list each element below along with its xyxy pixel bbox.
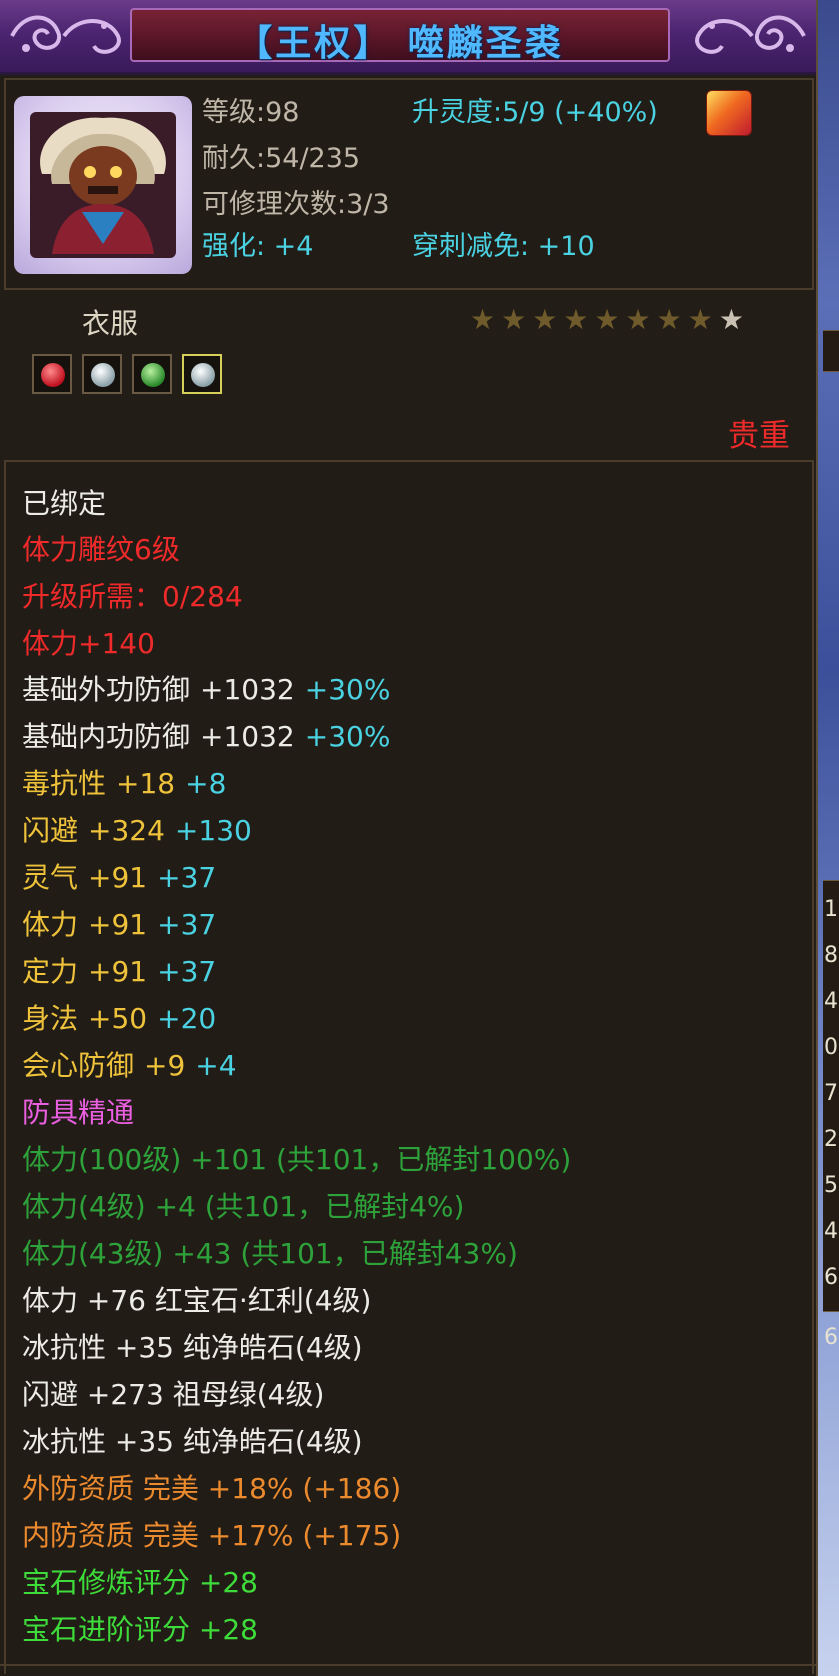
attr-bonus: +30% xyxy=(304,673,391,706)
attr-gem-line: 冰抗性 +35 纯净皓石(4级) xyxy=(22,1425,363,1458)
repair-count: 可修理次数:3/3 xyxy=(202,189,390,220)
item-portrait xyxy=(14,96,192,274)
background-digit: 8 xyxy=(824,943,838,968)
durability: 耐久:54/235 xyxy=(202,143,361,174)
background-digit: 6 xyxy=(824,1265,838,1290)
attr-upgrade-need: 升级所需：0/284 xyxy=(22,580,243,613)
attr-value: +9 xyxy=(144,1049,186,1082)
attr-dodge: 闪避 +324 +130 xyxy=(22,815,252,847)
attr-bonus: +4 xyxy=(195,1049,237,1082)
background-frame xyxy=(823,330,839,372)
background-digit: 5 xyxy=(824,1173,838,1198)
attr-value: +324 xyxy=(88,814,165,847)
background-digit: 4 xyxy=(824,989,838,1014)
gem-slot-diamond[interactable] xyxy=(82,354,122,394)
attr-value: +1032 xyxy=(200,720,295,753)
background-digit: 6 xyxy=(824,1325,838,1350)
attr-label: 闪避 xyxy=(22,814,79,847)
background-digit: 0 xyxy=(824,1035,838,1060)
enhance-level: 强化: +4 xyxy=(202,231,314,262)
attr-mastery-line: 体力(4级) +4 (共101，已解封4%) xyxy=(22,1190,465,1223)
spirit-degree: 升灵度:5/9 (+40%) xyxy=(412,97,658,128)
attr-gem-refine-score: 宝石修炼评分 +28 xyxy=(22,1566,258,1599)
attr-bonus: +8 xyxy=(185,767,227,800)
attr-label: 会心防御 xyxy=(22,1049,135,1082)
attr-label: 身法 xyxy=(22,1002,79,1035)
armor-icon xyxy=(30,112,176,258)
attr-int-defense: 基础内功防御 +1032 +30% xyxy=(22,721,390,753)
attr-mastery-line: 体力(100级) +101 (共101，已解封100%) xyxy=(22,1143,572,1176)
star-icon: ★ xyxy=(470,303,496,336)
attr-gem-line: 体力 +76 红宝石·红利(4级) xyxy=(22,1284,372,1317)
attr-poison-res: 毒抗性 +18 +8 xyxy=(22,768,226,800)
attr-bonus: +30% xyxy=(304,720,391,753)
attr-gem-line: 冰抗性 +35 纯净皓石(4级) xyxy=(22,1331,363,1364)
attr-value: +18 xyxy=(116,767,176,800)
attr-label: 灵气 xyxy=(22,861,79,894)
attr-bonus: +130 xyxy=(174,814,252,847)
attr-label: 基础内功防御 xyxy=(22,720,191,753)
attr-value: +91 xyxy=(88,955,148,988)
attr-engraving-bonus: 体力+140 xyxy=(22,627,155,660)
attr-value: +1032 xyxy=(200,673,295,706)
attr-int-quality: 内防资质 完美 +17% (+175) xyxy=(22,1519,402,1552)
attr-gem-line: 闪避 +273 祖母绿(4级) xyxy=(22,1378,325,1411)
attr-value: +50 xyxy=(88,1002,148,1035)
attr-agility: 身法 +50 +20 xyxy=(22,1003,216,1035)
gem-slot-diamond-selected[interactable] xyxy=(182,354,222,394)
attr-bonus: +37 xyxy=(157,955,217,988)
item-type: 衣服 xyxy=(82,307,139,340)
attr-engraving: 体力雕纹6级 xyxy=(22,533,180,566)
precious-tag: 贵重 xyxy=(728,418,790,454)
background-scene xyxy=(816,0,839,1676)
attr-value: +91 xyxy=(88,861,148,894)
background-digit: 7 xyxy=(824,1081,838,1106)
gem-slot-ruby[interactable] xyxy=(32,354,72,394)
star-icon: ★ xyxy=(687,303,713,336)
star-icon: ★ xyxy=(563,303,589,336)
background-digit: 4 xyxy=(824,1219,838,1244)
star-icon: ★ xyxy=(656,303,682,336)
gem-slots xyxy=(32,354,222,394)
star-icon: ★ xyxy=(718,303,744,336)
attr-ext-defense: 基础外功防御 +1032 +30% xyxy=(22,674,390,706)
attr-label: 体力 xyxy=(22,908,79,941)
ornament-right-icon xyxy=(695,15,806,54)
attr-focus: 定力 +91 +37 xyxy=(22,956,216,988)
item-tooltip-panel: 【王权】 噬麟圣裘 等级:98 升灵度:5/9 (+40%) 耐久:54/235… xyxy=(0,0,818,1676)
star-rating: ★ ★ ★ ★ ★ ★ ★ ★ ★ xyxy=(470,306,744,334)
attr-value: +91 xyxy=(88,908,148,941)
attr-mastery-line: 体力(43级) +43 (共101，已解封43%) xyxy=(22,1237,518,1270)
attr-bonus: +37 xyxy=(157,908,217,941)
attr-label: 基础外功防御 xyxy=(22,673,191,706)
attr-gem-advance-score: 宝石进阶评分 +28 xyxy=(22,1613,258,1646)
star-icon: ★ xyxy=(594,303,620,336)
panel-bottom-border xyxy=(0,1664,816,1666)
attr-bonus: +20 xyxy=(157,1002,217,1035)
attr-crit-defense: 会心防御 +9 +4 xyxy=(22,1050,237,1082)
star-icon: ★ xyxy=(625,303,651,336)
attr-bonus: +37 xyxy=(157,861,217,894)
attr-stamina: 体力 +91 +37 xyxy=(22,909,216,941)
attr-spirit: 灵气 +91 +37 xyxy=(22,862,216,894)
background-digit: 1 xyxy=(824,897,838,922)
attr-armor-mastery: 防具精通 xyxy=(22,1096,135,1129)
item-name: 【王权】 噬麟圣裘 xyxy=(236,23,564,64)
background-digit: 2 xyxy=(824,1127,838,1152)
star-icon: ★ xyxy=(501,303,527,336)
star-icon: ★ xyxy=(532,303,558,336)
item-level: 等级:98 xyxy=(202,97,300,128)
ornament-left-icon xyxy=(10,15,121,54)
attr-bound: 已绑定 xyxy=(22,487,107,520)
pierce-reduction: 穿刺减免: +10 xyxy=(412,231,595,262)
attr-label: 毒抗性 xyxy=(22,767,107,800)
gem-slot-emerald[interactable] xyxy=(132,354,172,394)
title-bar: 【王权】 噬麟圣裘 xyxy=(0,0,816,75)
attr-ext-quality: 外防资质 完美 +18% (+186) xyxy=(22,1472,402,1505)
attr-label: 定力 xyxy=(22,955,79,988)
spirit-upgrade-icon[interactable] xyxy=(706,90,752,136)
